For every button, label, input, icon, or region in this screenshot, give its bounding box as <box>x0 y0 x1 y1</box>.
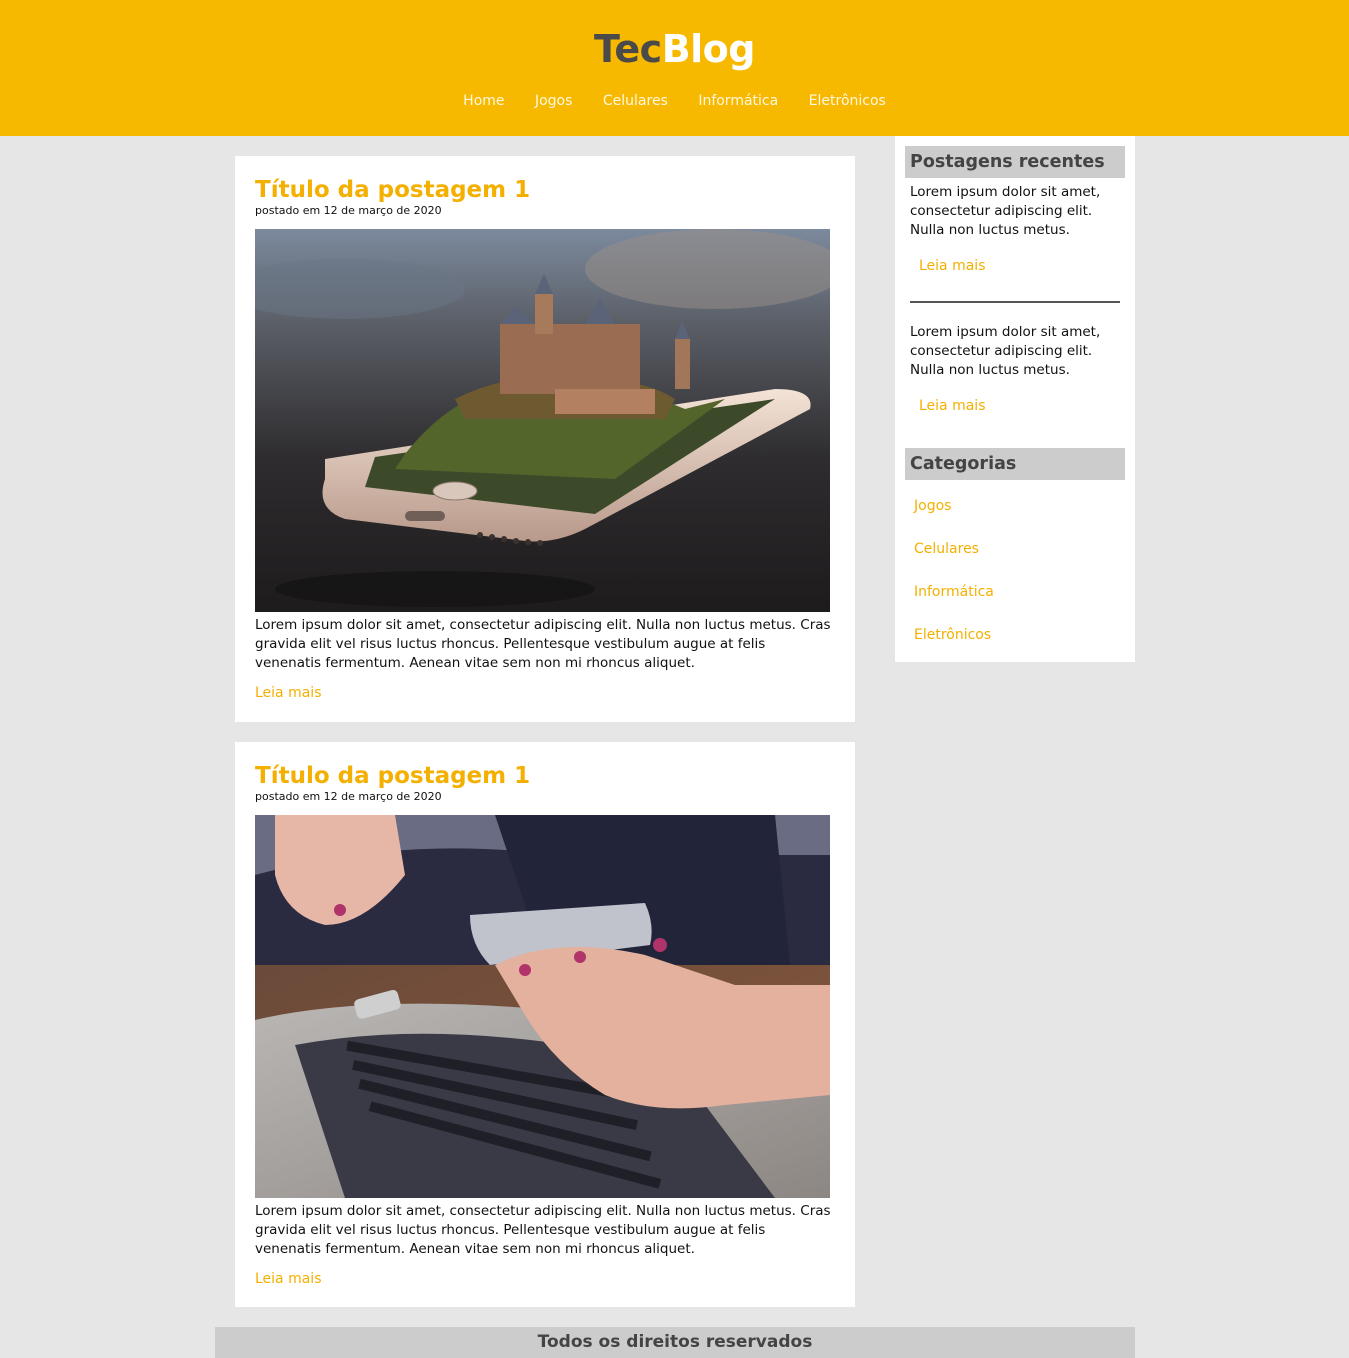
category-link-jogos[interactable]: Jogos <box>914 496 951 516</box>
read-more-link[interactable]: Leia mais <box>255 1269 322 1289</box>
recent-read-more-link[interactable]: Leia mais <box>919 396 986 416</box>
footer-text: Todos os direitos reservados <box>537 1332 813 1352</box>
category-link-eletronicos[interactable]: Eletrônicos <box>914 625 991 645</box>
nav-home[interactable]: Home <box>463 93 504 109</box>
logo-part-tec: Tec <box>594 27 662 71</box>
logo-part-blog: Blog <box>661 27 756 71</box>
post-image[interactable] <box>255 229 830 612</box>
sidebar: Postagens recentes Lorem ipsum dolor sit… <box>895 136 1135 662</box>
categories-heading: Categorias <box>905 448 1125 480</box>
site-logo[interactable]: TecBlog <box>0 26 1349 72</box>
nav-eletronicos[interactable]: Eletrônicos <box>809 93 886 109</box>
category-link-celulares[interactable]: Celulares <box>914 539 979 559</box>
post-title[interactable]: Título da postagem 1 <box>255 760 530 792</box>
post-card: Título da postagem 1 postado em 12 de ma… <box>235 156 855 722</box>
site-footer: Todos os direitos reservados <box>215 1327 1135 1358</box>
recent-posts-heading: Postagens recentes <box>905 146 1125 178</box>
category-link-informatica[interactable]: Informática <box>914 582 994 602</box>
recent-post-excerpt: Lorem ipsum dolor sit amet, consectetur … <box>910 184 1101 238</box>
recent-posts-heading-text: Postagens recentes <box>910 152 1105 172</box>
nav-informatica[interactable]: Informática <box>698 93 778 109</box>
post-date: postado em 12 de março de 2020 <box>255 204 442 217</box>
main-nav: Home Jogos Celulares Informática Eletrôn… <box>0 91 1349 111</box>
nav-jogos[interactable]: Jogos <box>535 93 572 109</box>
categories-heading-text: Categorias <box>910 454 1017 474</box>
post-excerpt: Lorem ipsum dolor sit amet, consectetur … <box>255 617 831 671</box>
post-excerpt: Lorem ipsum dolor sit amet, consectetur … <box>255 1203 831 1257</box>
read-more-link[interactable]: Leia mais <box>255 683 322 703</box>
divider <box>910 301 1120 303</box>
post-card: Título da postagem 1 postado em 12 de ma… <box>235 742 855 1307</box>
recent-read-more-link[interactable]: Leia mais <box>919 256 986 276</box>
post-date: postado em 12 de março de 2020 <box>255 790 442 803</box>
nav-celulares[interactable]: Celulares <box>603 93 668 109</box>
post-image[interactable] <box>255 815 830 1198</box>
recent-post-excerpt: Lorem ipsum dolor sit amet, consectetur … <box>910 324 1101 378</box>
post-title[interactable]: Título da postagem 1 <box>255 174 530 206</box>
site-header: TecBlog Home Jogos Celulares Informática… <box>0 0 1349 136</box>
